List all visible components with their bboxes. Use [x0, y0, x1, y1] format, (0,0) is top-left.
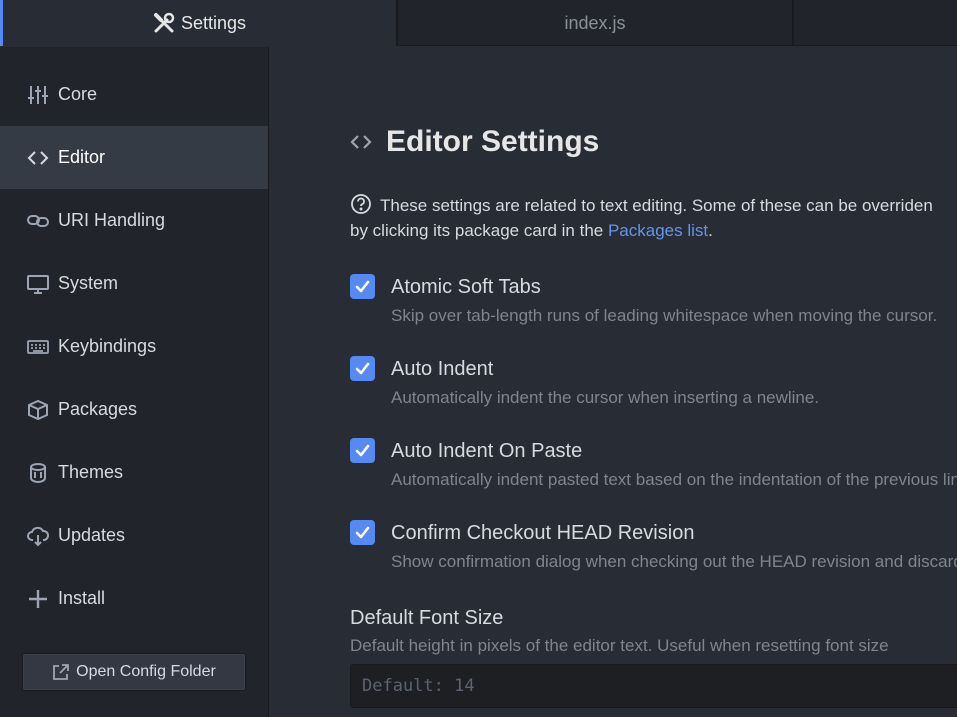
setting-hint: Automatically indent pasted text based o…	[391, 470, 957, 489]
link-icon	[26, 209, 50, 233]
sidebar-item-label: Packages	[58, 399, 138, 419]
description-text: These settings are related to text editi…	[380, 196, 933, 215]
link-external-icon	[53, 664, 70, 680]
sidebar-item-label: Keybindings	[58, 336, 157, 356]
check-icon	[355, 444, 370, 457]
section-description: These settings are related to text editi…	[350, 193, 957, 243]
setting-label: Auto Indent On Paste	[391, 440, 583, 462]
sidebar-item-label: Themes	[58, 462, 124, 482]
code-icon	[350, 131, 372, 153]
sidebar-item-keybindings[interactable]: Keybindings	[0, 315, 268, 378]
sidebar-item-core[interactable]: Core	[0, 63, 268, 126]
setting-hint: Skip over tab-length runs of leading whi…	[391, 306, 938, 325]
packages-list-link[interactable]: Packages list	[608, 221, 708, 240]
atomic-soft-tabs-checkbox[interactable]	[350, 274, 375, 299]
open-config-folder-label: Open Config Folder	[76, 663, 216, 680]
setting-hint: Show confirmation dialog when checking o…	[391, 552, 957, 571]
sidebar-item-label: System	[58, 273, 119, 293]
package-icon	[26, 398, 50, 422]
sidebar-item-editor[interactable]: Editor	[0, 126, 268, 189]
description-text-line2: by clicking its package card in the	[350, 221, 608, 240]
auto-indent-checkbox[interactable]	[350, 356, 375, 381]
sliders-icon	[26, 83, 50, 107]
cloud-download-icon	[26, 524, 50, 548]
question-icon	[351, 194, 371, 214]
sidebar-item-label: Install	[58, 588, 106, 608]
tab-settings[interactable]: Settings	[0, 0, 397, 46]
tab-bar-empty-space	[793, 0, 957, 46]
sidebar-item-label: Editor	[58, 147, 106, 167]
setting-label: Atomic Soft Tabs	[391, 276, 541, 298]
default-font-size-hint: Default height in pixels of the editor t…	[350, 636, 889, 655]
tools-icon	[153, 12, 175, 33]
auto-indent-on-paste-checkbox[interactable]	[350, 438, 375, 463]
tab-bar: Settings index.js	[0, 0, 957, 46]
default-font-size-label: Default Font Size	[350, 607, 504, 629]
sidebar-item-system[interactable]: System	[0, 252, 268, 315]
settings-panel: Editor Settings These settings are relat…	[270, 47, 957, 717]
sidebar-item-themes[interactable]: Themes	[0, 441, 268, 504]
sidebar-item-packages[interactable]: Packages	[0, 378, 268, 441]
description-period: .	[708, 221, 713, 240]
open-config-folder-button[interactable]: Open Config Folder	[22, 653, 246, 691]
setting-hint: Automatically indent the cursor when ins…	[391, 388, 820, 407]
tab-settings-label: Settings	[180, 12, 247, 33]
keyboard-icon	[26, 335, 50, 359]
sidebar-item-uri-handling[interactable]: URI Handling	[0, 189, 268, 252]
tab-index-js[interactable]: index.js	[397, 0, 793, 46]
check-icon	[355, 362, 370, 375]
confirm-checkout-head-revision-checkbox[interactable]	[350, 520, 375, 545]
sidebar-item-install[interactable]: Install	[0, 567, 268, 630]
settings-sidebar: Core Editor URI Handling System Keybindi…	[0, 47, 269, 717]
default-font-size-input[interactable]	[350, 664, 957, 708]
setting-label: Confirm Checkout HEAD Revision	[391, 522, 695, 544]
sidebar-item-label: Updates	[58, 525, 126, 545]
paintcan-icon	[26, 461, 50, 485]
check-icon	[355, 526, 370, 539]
plus-icon	[26, 587, 50, 611]
sidebar-item-updates[interactable]: Updates	[0, 504, 268, 567]
sidebar-item-label: URI Handling	[58, 210, 166, 230]
sidebar-item-label: Core	[58, 84, 98, 104]
section-title: Editor Settings	[350, 125, 599, 159]
check-icon	[355, 280, 370, 293]
tab-index-js-label: index.js	[564, 12, 626, 33]
setting-label: Auto Indent	[391, 358, 494, 380]
code-icon	[26, 146, 50, 170]
page-title: Editor Settings	[386, 125, 600, 158]
monitor-icon	[26, 272, 50, 296]
